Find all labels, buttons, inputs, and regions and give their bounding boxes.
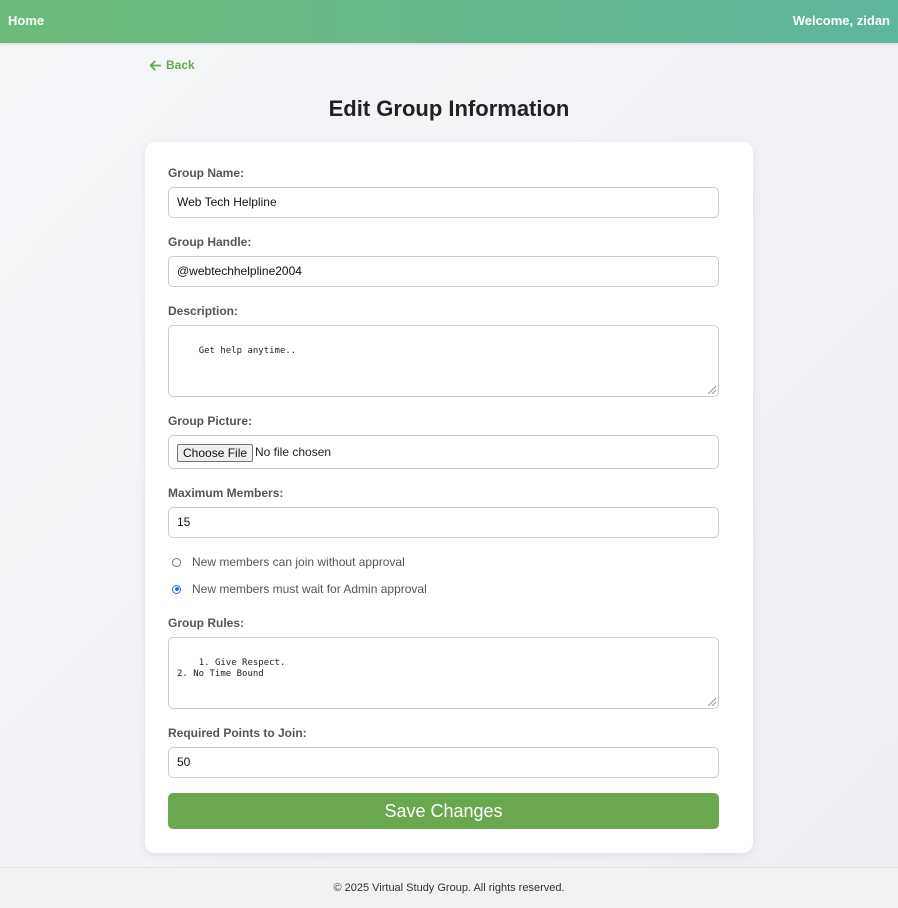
radio-button-approval[interactable]: [172, 584, 181, 594]
group-rules-textarea[interactable]: 1. Give Respect. 2. No Time Bound: [168, 637, 719, 709]
join-option-open-label: New members can join without approval: [192, 555, 405, 569]
description-label: Description:: [168, 304, 239, 318]
join-option-open[interactable]: New members can join without approval: [172, 555, 405, 569]
max-members-label: Maximum Members:: [168, 486, 284, 500]
group-picture-label: Group Picture:: [168, 414, 253, 428]
description-text: Get help anytime..: [198, 346, 297, 356]
max-members-input[interactable]: 15: [168, 507, 719, 538]
edit-group-form: Group Name: Web Tech Helpline Group Hand…: [145, 142, 753, 853]
group-rules-text: 1. Give Respect. 2. No Time Bound: [177, 658, 286, 679]
footer-text: © 2025 Virtual Study Group. All rights r…: [333, 882, 565, 894]
back-label: Back: [166, 58, 195, 72]
resize-grip-icon[interactable]: [708, 698, 716, 706]
group-name-label: Group Name:: [168, 166, 245, 180]
group-handle-input[interactable]: @webtechhelpline2004: [168, 256, 719, 287]
footer: © 2025 Virtual Study Group. All rights r…: [0, 867, 898, 908]
resize-grip-icon[interactable]: [708, 386, 716, 394]
radio-button-open[interactable]: [172, 557, 181, 567]
save-changes-button[interactable]: Save Changes: [168, 793, 719, 829]
page-title: Edit Group Information: [328, 96, 570, 121]
join-option-approval-label: New members must wait for Admin approval: [192, 582, 427, 596]
description-textarea[interactable]: Get help anytime..: [168, 325, 719, 397]
required-points-input[interactable]: 50: [168, 747, 719, 778]
arrow-left-icon: [149, 60, 162, 70]
choose-file-button[interactable]: Choose File: [177, 444, 254, 462]
join-option-approval[interactable]: New members must wait for Admin approval: [172, 582, 427, 596]
group-handle-label: Group Handle:: [168, 235, 252, 249]
required-points-label: Required Points to Join:: [168, 726, 307, 740]
welcome-text: Welcome, zidan: [792, 13, 890, 28]
home-link[interactable]: Home: [8, 13, 44, 28]
group-name-input[interactable]: Web Tech Helpline: [168, 187, 719, 218]
group-rules-label: Group Rules:: [168, 616, 245, 630]
group-picture-file-input[interactable]: Choose File No file chosen: [168, 435, 719, 469]
back-link[interactable]: Back: [149, 58, 195, 72]
file-status-text: No file chosen: [255, 445, 332, 459]
top-navbar: Home Welcome, zidan: [0, 0, 898, 43]
